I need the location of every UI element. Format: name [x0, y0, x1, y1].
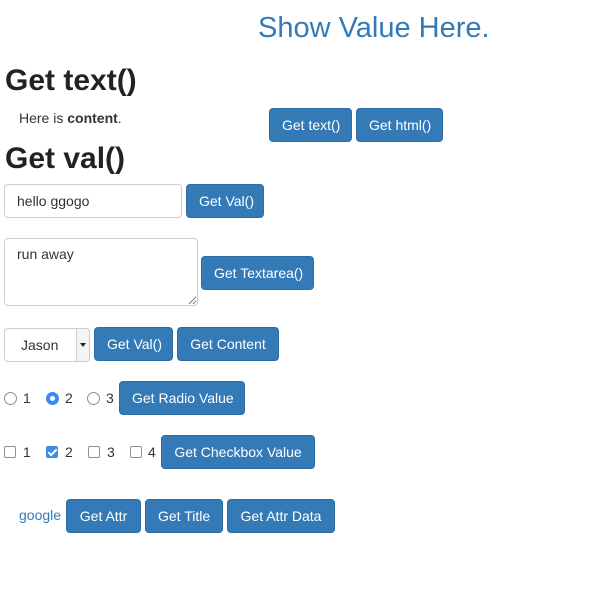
radio-3[interactable]: [87, 392, 100, 405]
radio-label-1: 1: [23, 390, 31, 406]
google-link[interactable]: google: [19, 507, 61, 523]
select-get-content-button[interactable]: Get Content: [177, 327, 279, 361]
get-textarea-button[interactable]: Get Textarea(): [201, 256, 314, 290]
select-get-val-button[interactable]: Get Val(): [94, 327, 173, 361]
select-value: Jason: [21, 337, 59, 353]
get-radio-value-button[interactable]: Get Radio Value: [119, 381, 245, 415]
checkbox-4[interactable]: [130, 446, 142, 458]
content-suffix: .: [117, 110, 122, 126]
get-text-heading: Get text(): [5, 64, 137, 97]
get-val-button[interactable]: Get Val(): [186, 184, 264, 218]
get-attr-button[interactable]: Get Attr: [66, 499, 141, 533]
radio-label-2: 2: [65, 390, 73, 406]
get-html-button[interactable]: Get html(): [356, 108, 443, 142]
name-select[interactable]: Jason: [4, 328, 90, 362]
checkbox-label-3: 3: [107, 444, 115, 460]
radio-2[interactable]: [46, 392, 59, 405]
textarea-input[interactable]: run away: [4, 238, 198, 306]
checkbox-label-4: 4: [148, 444, 156, 460]
get-val-heading: Get val(): [5, 142, 126, 175]
content-prefix: Here is: [19, 110, 68, 126]
get-text-button[interactable]: Get text(): [269, 108, 352, 142]
get-attr-data-button[interactable]: Get Attr Data: [227, 499, 335, 533]
checkbox-label-2: 2: [65, 444, 73, 460]
get-checkbox-value-button[interactable]: Get Checkbox Value: [161, 435, 315, 469]
get-title-button[interactable]: Get Title: [145, 499, 223, 533]
chevron-down-icon: [76, 329, 89, 361]
radio-1[interactable]: [4, 392, 17, 405]
page: Show Value Here. Get text() Here is cont…: [0, 0, 605, 605]
checkbox-1[interactable]: [4, 446, 16, 458]
checkbox-2[interactable]: [46, 446, 58, 458]
radio-label-3: 3: [106, 390, 114, 406]
text-input[interactable]: [4, 184, 182, 218]
show-value-display: Show Value Here.: [258, 12, 490, 44]
content-bold: content: [67, 110, 118, 126]
checkbox-label-1: 1: [23, 444, 31, 460]
content-paragraph: Here is content.: [19, 110, 122, 126]
checkbox-3[interactable]: [88, 446, 100, 458]
